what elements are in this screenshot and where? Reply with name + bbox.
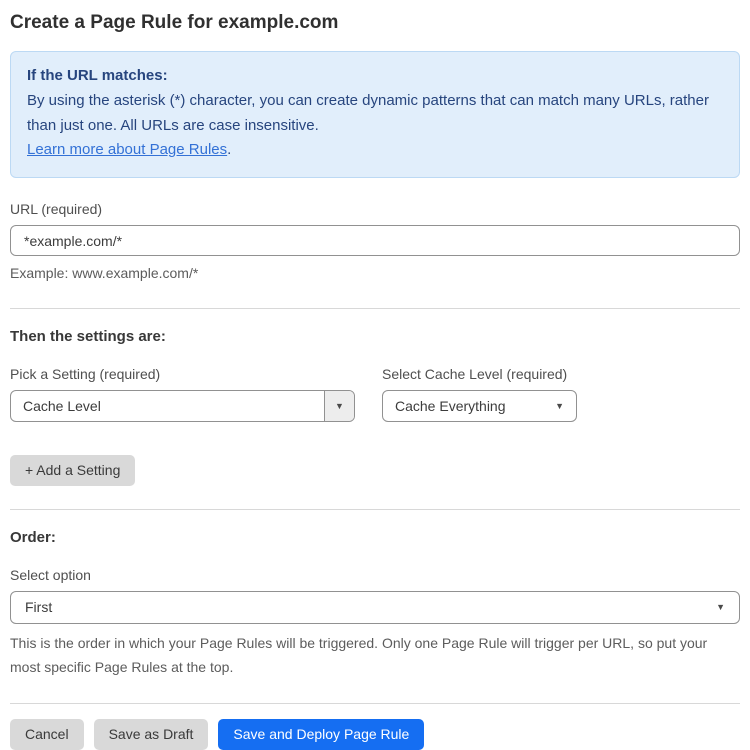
footer-buttons: Cancel Save as Draft Save and Deploy Pag… bbox=[10, 718, 740, 750]
link-suffix: . bbox=[227, 141, 232, 159]
settings-row: Pick a Setting (required) Cache Level ▼ … bbox=[10, 366, 740, 422]
save-and-deploy-button[interactable]: Save and Deploy Page Rule bbox=[218, 718, 425, 750]
order-select-dropdown[interactable]: First ▼ bbox=[10, 590, 740, 624]
learn-more-link[interactable]: Learn more about Page Rules bbox=[27, 141, 227, 158]
info-box-body: By using the asterisk (*) character, you… bbox=[27, 91, 709, 134]
page-title: Create a Page Rule for example.com bbox=[10, 12, 339, 33]
cache-level-picker-group: Select Cache Level (required) Cache Ever… bbox=[382, 366, 577, 422]
chevron-down-icon: ▼ bbox=[555, 400, 564, 411]
setting-picker-dropdown[interactable]: Cache Level ▼ bbox=[10, 389, 355, 422]
url-field-group: URL (required) Example: www.example.com/… bbox=[10, 201, 740, 285]
info-box-heading: If the URL matches: bbox=[27, 67, 168, 84]
url-field-helper: Example: www.example.com/* bbox=[10, 265, 199, 281]
info-box-link-row: Learn more about Page Rules. bbox=[27, 138, 723, 163]
cache-level-picker-label: Select Cache Level (required) bbox=[382, 365, 568, 382]
save-as-draft-button[interactable]: Save as Draft bbox=[93, 718, 209, 750]
settings-section-heading: Then the settings are: bbox=[10, 327, 166, 345]
order-select-value: First bbox=[25, 599, 53, 616]
setting-picker-group: Pick a Setting (required) Cache Level ▼ bbox=[10, 366, 355, 422]
order-select-label: Select option bbox=[10, 566, 91, 583]
setting-picker-value: Cache Level bbox=[23, 397, 101, 414]
section-divider bbox=[10, 508, 740, 510]
create-page-rule-form: Create a Page Rule for example.com If th… bbox=[0, 0, 750, 750]
section-divider bbox=[10, 307, 740, 309]
add-setting-button[interactable]: + Add a Setting bbox=[10, 454, 136, 486]
order-section-heading: Order: bbox=[10, 528, 56, 546]
chevron-down-icon: ▼ bbox=[716, 602, 725, 613]
cache-level-value: Cache Everything bbox=[395, 397, 506, 414]
url-input[interactable] bbox=[10, 225, 740, 256]
url-matches-info-box: If the URL matches: By using the asteris… bbox=[10, 51, 740, 178]
order-helper-text: This is the order in which your Page Rul… bbox=[10, 634, 708, 676]
cancel-button[interactable]: Cancel bbox=[10, 718, 84, 750]
order-field-group: Select option First ▼ This is the order … bbox=[10, 567, 740, 680]
chevron-down-icon[interactable]: ▼ bbox=[324, 390, 354, 421]
footer-divider bbox=[10, 702, 740, 704]
cache-level-dropdown[interactable]: Cache Everything ▼ bbox=[382, 389, 577, 422]
url-field-label: URL (required) bbox=[10, 201, 103, 217]
setting-picker-label: Pick a Setting (required) bbox=[10, 365, 161, 382]
